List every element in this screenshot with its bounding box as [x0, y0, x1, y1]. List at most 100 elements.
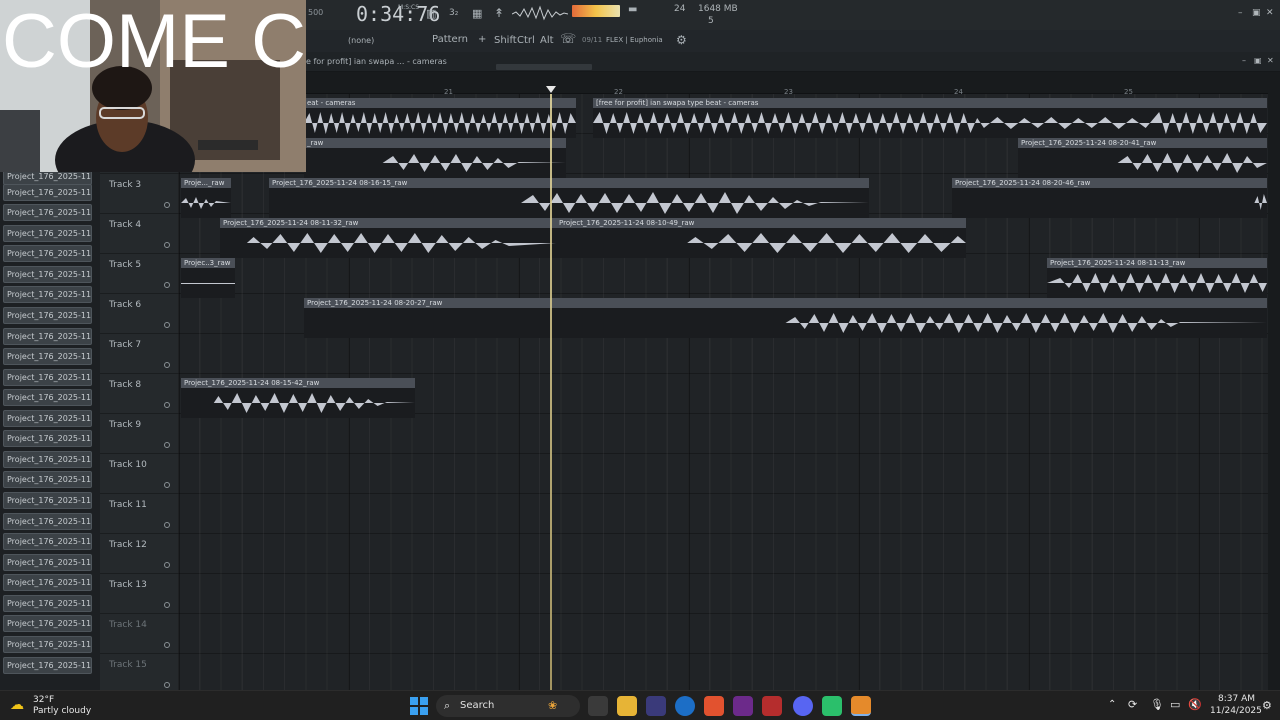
track-header[interactable]: Track 14	[100, 614, 178, 654]
tempo-display[interactable]: 500	[308, 8, 323, 17]
app-red-icon[interactable]	[762, 696, 782, 716]
weather-description[interactable]: Partly cloudy	[33, 706, 91, 716]
timeline-ruler[interactable]: 21 22 23 24 25	[178, 72, 1268, 96]
plugin-icon[interactable]: ⚙	[676, 33, 687, 47]
audio-clip[interactable]: Project_176_2025-11-24 08-20-41_raw	[1018, 138, 1267, 178]
pattern-item[interactable]: Project_176_2025-11-24...	[3, 657, 92, 674]
playhead-marker[interactable]	[546, 86, 556, 93]
pattern-item[interactable]: Project_176_2025-11-24...	[3, 348, 92, 365]
audio-clip[interactable]: Project_176_2025-11-24 08-20-46_raw	[952, 178, 1267, 218]
audio-clip[interactable]: Project_176_2025-11-24 08-11-32_raw	[220, 218, 556, 258]
notification-icon[interactable]: ⚙	[1262, 699, 1272, 712]
audio-clip[interactable]: _raw	[304, 138, 566, 178]
pattern-item[interactable]: Project_176_2025-11-24...	[3, 369, 92, 386]
pattern-item[interactable]: Project_176_2025-11-24...	[3, 513, 92, 530]
pattern-item[interactable]: Project_176_2025-11-24...	[3, 451, 92, 468]
pattern-item[interactable]: Project_176_2025-11-24...	[3, 615, 92, 632]
track-enable-icon[interactable]	[164, 602, 170, 608]
track-header[interactable]: Track 9	[100, 414, 178, 454]
tray-sync-icon[interactable]: ⟳	[1128, 698, 1137, 711]
track-header[interactable]: Track 11	[100, 494, 178, 534]
maximize-icon[interactable]: ▣	[1252, 8, 1261, 18]
app-diamond-icon[interactable]	[646, 696, 666, 716]
pattern-item[interactable]: Project_176_2025-11-24...	[3, 636, 92, 653]
pattern-item[interactable]: Project_176_2025-11-24...	[3, 184, 92, 201]
taskbar-search[interactable]: ⌕ Search ❀	[436, 695, 580, 717]
pattern-none-selector[interactable]: (none)	[348, 36, 374, 45]
track-enable-icon[interactable]	[164, 682, 170, 688]
pattern-item[interactable]: Project_176_2025-11-24...	[3, 554, 92, 571]
discord-icon[interactable]	[793, 696, 813, 716]
track-header[interactable]: Track 12	[100, 534, 178, 574]
pattern-item[interactable]: Project_176_2025-11-24...	[3, 430, 92, 447]
track-enable-icon[interactable]	[164, 202, 170, 208]
add-pattern-button[interactable]: +	[478, 34, 486, 45]
app-next-icon[interactable]	[733, 696, 753, 716]
pattern-selector[interactable]: Pattern	[432, 34, 468, 45]
file-explorer-icon[interactable]	[617, 696, 637, 716]
pattern-item[interactable]: Project_176_2025-11-24...	[3, 245, 92, 262]
pattern-item[interactable]: Project_176_2025-11-24...	[3, 328, 92, 345]
track-enable-icon[interactable]	[164, 562, 170, 568]
track-header[interactable]: Track 8	[100, 374, 178, 414]
master-volume-icon[interactable]: ▬	[628, 4, 637, 15]
playlist-close-icon[interactable]: ✕	[1267, 56, 1274, 65]
track-header[interactable]: Track 7	[100, 334, 178, 374]
pattern-item[interactable]: Project_176_2025-11-24...	[3, 410, 92, 427]
track-enable-icon[interactable]	[164, 442, 170, 448]
playlist-maximize-icon[interactable]: ▣	[1254, 56, 1262, 65]
audio-clip[interactable]: Project_176_2025-11-24 08-16-15_raw	[269, 178, 869, 218]
track-header[interactable]: Track 13	[100, 574, 178, 614]
pattern-item[interactable]: Project_176_2025-11-24...	[3, 225, 92, 242]
pattern-item[interactable]: Project_176_2025-11-24...	[3, 574, 92, 591]
shift-key-button[interactable]: Shift	[494, 35, 517, 46]
audio-clip[interactable]: Project_176_2025-11-24 08-15-42_raw	[181, 378, 415, 418]
minimize-icon[interactable]: –	[1238, 8, 1243, 18]
track-enable-icon[interactable]	[164, 362, 170, 368]
pattern-item[interactable]: Project_176_2025-11-24...	[3, 492, 92, 509]
audio-clip[interactable]: Project_176_2025-11-24 08-11-13_raw	[1047, 258, 1267, 298]
snap-icon[interactable]: 3₂	[449, 8, 458, 18]
record-mode-icon[interactable]: ▥	[426, 7, 436, 20]
pattern-item[interactable]: Project_176_2025-11-24...	[3, 204, 92, 221]
track-header[interactable]: Track 3	[100, 174, 178, 214]
start-button[interactable]	[410, 697, 428, 715]
typing-keyboard-icon[interactable]: ▦	[472, 7, 482, 20]
ccleaner-icon[interactable]	[675, 696, 695, 716]
playlist-minimize-icon[interactable]: –	[1242, 56, 1246, 65]
track-header[interactable]: Track 4	[100, 214, 178, 254]
metronome-icon[interactable]: ↟	[494, 6, 504, 20]
pattern-item[interactable]: Project_176_2025-11-24...	[3, 471, 92, 488]
track-enable-icon[interactable]	[164, 642, 170, 648]
app-green-icon[interactable]	[822, 696, 842, 716]
track-enable-icon[interactable]	[164, 402, 170, 408]
pattern-item[interactable]: Project_176_2025-11-24...	[3, 389, 92, 406]
track-enable-icon[interactable]	[164, 482, 170, 488]
track-header[interactable]: Track 10	[100, 454, 178, 494]
pattern-item[interactable]: Project_176_2025-11-24...	[3, 595, 92, 612]
track-enable-icon[interactable]	[164, 522, 170, 528]
clock-time[interactable]: 8:37 AM	[1218, 694, 1255, 704]
track-header[interactable]: Track 6	[100, 294, 178, 334]
weather-temperature[interactable]: 32°F	[33, 695, 54, 705]
brave-browser-icon[interactable]	[704, 696, 724, 716]
audio-clip[interactable]: Project_176_2025-11-24 08-10-49_raw	[556, 218, 966, 258]
audio-clip[interactable]: Projec..3_raw	[181, 258, 235, 298]
clock-date[interactable]: 11/24/2025	[1210, 706, 1262, 716]
audio-clip[interactable]: Proje..._raw	[181, 178, 231, 218]
audio-clip[interactable]: Project_176_2025-11-24 08-20-27_raw	[304, 298, 1267, 338]
track-header[interactable]: Track 5	[100, 254, 178, 294]
pattern-item[interactable]: Project_176_2025-11-24...	[3, 286, 92, 303]
alt-key-button[interactable]: Alt	[540, 35, 554, 46]
weather-icon[interactable]: ☁	[10, 697, 24, 713]
task-view-icon[interactable]	[588, 696, 608, 716]
pattern-item[interactable]: Project_176_2025-11-24...	[3, 266, 92, 283]
audio-clip[interactable]: eat - cameras	[304, 98, 576, 138]
playlist-scroll-overview[interactable]	[496, 64, 592, 70]
microphone-icon[interactable]: 🎙	[1150, 698, 1164, 711]
audio-clip[interactable]: [free for profit] ian swapa type beat - …	[593, 98, 1267, 138]
tray-chevron-icon[interactable]: ⌃	[1108, 699, 1116, 710]
track-enable-icon[interactable]	[164, 242, 170, 248]
track-enable-icon[interactable]	[164, 282, 170, 288]
vertical-scrollbar[interactable]	[1268, 72, 1280, 690]
